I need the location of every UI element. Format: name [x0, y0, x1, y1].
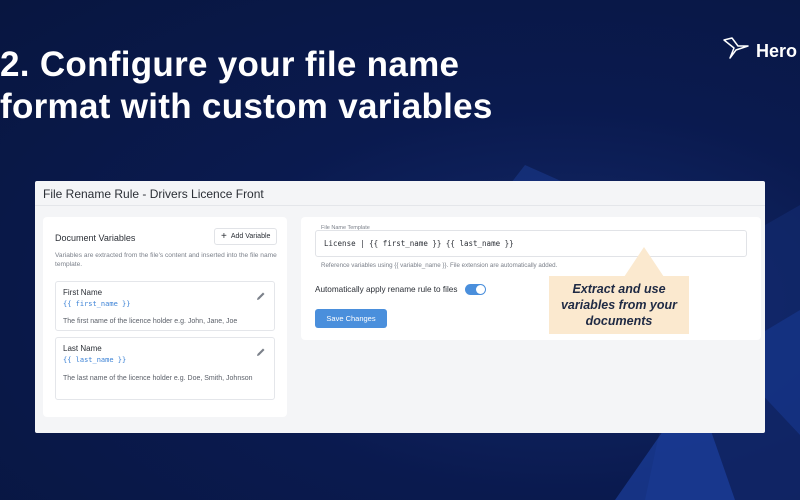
variables-description: Variables are extracted from the file's … — [55, 252, 277, 268]
auto-apply-label: Automatically apply rename rule to files — [315, 285, 458, 294]
file-name-template-card: File Name Template License | {{ first_na… — [301, 217, 761, 340]
variable-code: {{ last_name }} — [63, 356, 127, 364]
slide-title-line1: 2. Configure your file name — [0, 45, 460, 84]
brand-logo: Hero — [722, 36, 797, 67]
add-variable-label: Add Variable — [230, 233, 271, 240]
document-variables-card: Document Variables + Add Variable Variab… — [43, 217, 287, 417]
variable-item-last-name[interactable]: Last Name {{ last_name }} The last name … — [55, 337, 275, 400]
brand-name: Hero — [756, 41, 798, 61]
template-help-text: Reference variables using {{ variable_na… — [321, 262, 558, 269]
bird-logo-icon — [722, 36, 756, 67]
panel-divider — [35, 205, 765, 206]
plus-icon: + — [221, 230, 227, 242]
add-variable-button[interactable]: + Add Variable — [214, 228, 278, 245]
toggle-knob — [476, 285, 486, 294]
variable-code: {{ first_name }} — [63, 300, 131, 308]
variable-name: First Name — [63, 288, 103, 297]
callout-note: Extract and use variables from your docu… — [549, 276, 689, 334]
document-variables-heading: Document Variables — [55, 233, 136, 243]
variable-description: The first name of the licence holder e.g… — [63, 318, 238, 325]
auto-apply-row: Automatically apply rename rule to files — [315, 284, 487, 295]
panel-title: File Rename Rule - Drivers Licence Front — [43, 187, 264, 201]
slide-title: 2. Configure your file name format with … — [0, 44, 560, 128]
auto-apply-toggle[interactable] — [465, 284, 487, 295]
slide-title-line2: format with custom variables — [0, 87, 493, 126]
variable-item-first-name[interactable]: First Name {{ first_name }} The first na… — [55, 281, 275, 331]
template-input[interactable]: License | {{ first_name }} {{ last_name … — [315, 230, 747, 257]
variable-name: Last Name — [63, 344, 102, 353]
pencil-icon[interactable] — [256, 288, 266, 306]
save-changes-button[interactable]: Save Changes — [315, 309, 387, 328]
pencil-icon[interactable] — [256, 344, 266, 362]
variable-description: The last name of the licence holder e.g.… — [63, 375, 253, 382]
